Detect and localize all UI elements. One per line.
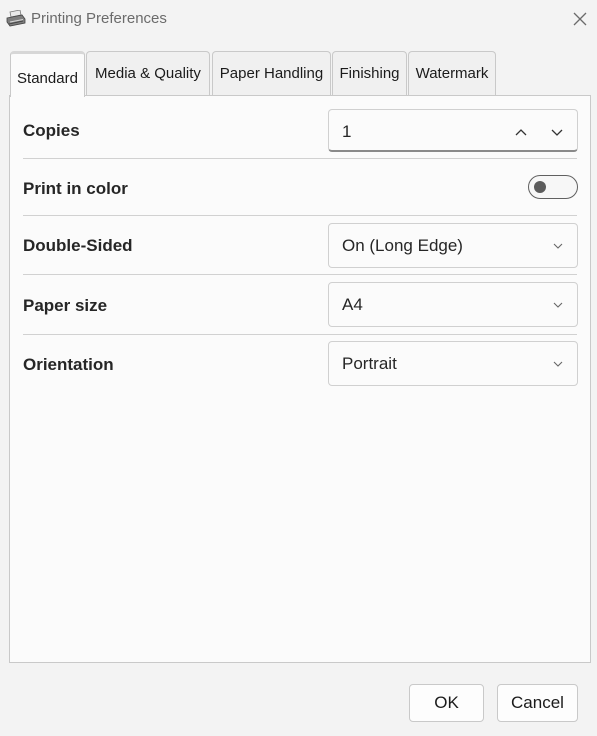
chevron-up-icon[interactable] xyxy=(511,122,531,142)
copies-label: Copies xyxy=(23,121,80,140)
tab-label: Standard xyxy=(17,70,78,87)
paper-size-label: Paper size xyxy=(23,296,108,315)
title-bar: Printing Preferences xyxy=(0,0,597,38)
color-row: Print in color xyxy=(23,159,578,216)
toggle-knob xyxy=(534,181,546,193)
chevron-down-icon xyxy=(553,243,563,249)
chevron-down-icon xyxy=(553,302,563,308)
settings-panel: Copies 1 Print in color Double-Sided On … xyxy=(9,95,591,663)
chevron-down-icon[interactable] xyxy=(547,122,567,142)
tab-finishing[interactable]: Finishing xyxy=(332,51,407,95)
color-toggle[interactable] xyxy=(528,175,578,199)
window-title: Printing Preferences xyxy=(31,10,167,27)
printer-icon xyxy=(6,10,26,27)
color-label: Print in color xyxy=(23,179,128,198)
ok-button[interactable]: OK xyxy=(409,684,484,722)
paper-size-value: A4 xyxy=(342,295,363,314)
tab-media-quality[interactable]: Media & Quality xyxy=(86,51,210,95)
duplex-label: Double-Sided xyxy=(23,236,133,255)
orientation-label: Orientation xyxy=(23,355,114,374)
tab-paper-handling[interactable]: Paper Handling xyxy=(212,51,331,95)
cancel-button[interactable]: Cancel xyxy=(497,684,578,722)
tab-standard[interactable]: Standard xyxy=(10,51,85,97)
copies-row: Copies 1 xyxy=(23,108,578,158)
tab-label: Watermark xyxy=(415,65,489,82)
orientation-value: Portrait xyxy=(342,354,397,373)
paper-size-row: Paper size A4 xyxy=(23,275,578,334)
close-icon[interactable] xyxy=(570,9,590,29)
duplex-row: Double-Sided On (Long Edge) xyxy=(23,216,578,274)
orientation-row: Orientation Portrait xyxy=(23,335,578,393)
tab-watermark[interactable]: Watermark xyxy=(408,51,496,95)
duplex-value: On (Long Edge) xyxy=(342,236,463,255)
chevron-down-icon xyxy=(553,361,563,367)
tab-label: Finishing xyxy=(339,65,400,82)
copies-stepper[interactable]: 1 xyxy=(328,109,578,152)
paper-size-dropdown[interactable]: A4 xyxy=(328,282,578,327)
copies-value: 1 xyxy=(342,122,352,141)
duplex-dropdown[interactable]: On (Long Edge) xyxy=(328,223,578,268)
orientation-dropdown[interactable]: Portrait xyxy=(328,341,578,386)
tab-label: Paper Handling xyxy=(219,65,324,82)
tab-label: Media & Quality xyxy=(95,65,201,82)
